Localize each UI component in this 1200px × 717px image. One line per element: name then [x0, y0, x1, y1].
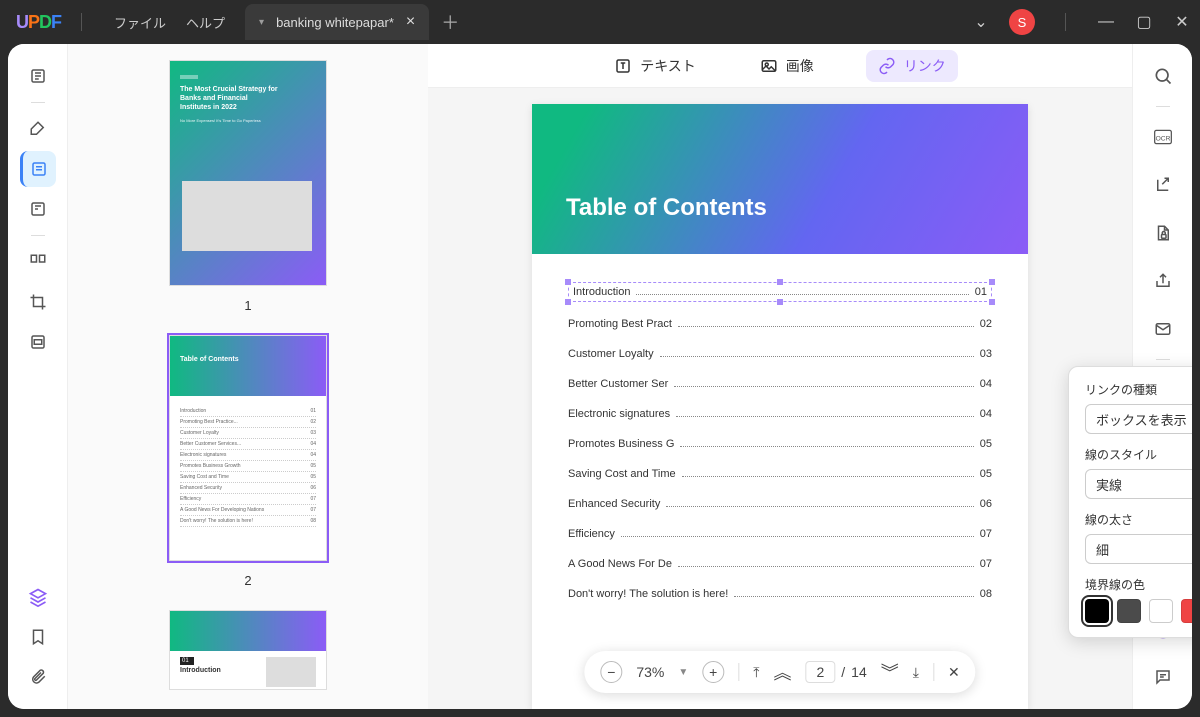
page-title: Table of Contents	[532, 104, 1028, 254]
thumb-number-1: 1	[244, 298, 251, 313]
image-tool-button[interactable]: 画像	[748, 50, 826, 82]
protect-icon[interactable]	[1145, 215, 1181, 251]
dropdown-icon[interactable]: ▾	[259, 17, 264, 28]
edit-toolbar: テキスト 画像 リンク	[428, 44, 1132, 88]
attachment-icon[interactable]	[20, 659, 56, 695]
popup-weight-label: 線の太さ	[1085, 511, 1192, 528]
ocr-icon[interactable]: OCR	[1145, 119, 1181, 155]
popup-style-label: 線のスタイル	[1085, 446, 1192, 463]
search-icon[interactable]	[1145, 58, 1181, 94]
highlighter-tool-icon[interactable]	[20, 111, 56, 147]
main-menu: ファイル ヘルプ	[114, 13, 225, 32]
zoom-level[interactable]: 73%	[636, 664, 664, 680]
menu-help[interactable]: ヘルプ	[186, 13, 225, 32]
text-tool-label: テキスト	[640, 56, 696, 76]
color-swatch-gray[interactable]	[1117, 599, 1141, 623]
avatar[interactable]: S	[1009, 9, 1035, 35]
toc-item[interactable]: Customer Loyalty03	[568, 348, 992, 360]
thumbnail-page-3[interactable]: 01Introduction	[169, 610, 327, 690]
svg-text:OCR: OCR	[1155, 135, 1170, 142]
mail-icon[interactable]	[1145, 311, 1181, 347]
close-nav-button[interactable]: ✕	[948, 664, 960, 681]
next-page-button[interactable]: ︾	[881, 659, 899, 685]
toc-item[interactable]: Promotes Business G05	[568, 438, 992, 450]
toc-item[interactable]: A Good News For De07	[568, 558, 992, 570]
left-toolbar	[8, 44, 68, 709]
menu-file[interactable]: ファイル	[114, 13, 166, 32]
zoom-out-button[interactable]: −	[600, 661, 622, 683]
link-type-select[interactable]: ボックスを表示▼	[1085, 404, 1192, 434]
link-tool-label: リンク	[904, 56, 946, 76]
thumb-number-2: 2	[244, 573, 251, 588]
organize-tool-icon[interactable]	[20, 244, 56, 280]
thumb1-title: The Most Crucial Strategy for Banks and …	[180, 85, 280, 112]
comment-icon[interactable]	[1145, 659, 1181, 695]
minimize-button[interactable]: —	[1096, 12, 1116, 32]
tab-title: banking whitepapar*	[276, 15, 394, 30]
link-tool-button[interactable]: リンク	[866, 50, 958, 82]
app-logo: UPDF	[16, 12, 61, 33]
crop-tool-icon[interactable]	[20, 284, 56, 320]
thumbnail-page-2[interactable]: Table of Contents Introduction01 Promoti…	[169, 335, 327, 561]
color-swatch-red[interactable]	[1181, 599, 1192, 623]
image-tool-label: 画像	[786, 56, 814, 76]
zoom-in-button[interactable]: +	[702, 661, 724, 683]
toc-item-title: Introduction	[573, 286, 630, 298]
redact-tool-icon[interactable]	[20, 324, 56, 360]
toc-list: Introduction 01 Promoting Best Pract02 Cu…	[532, 254, 1028, 646]
link-selection[interactable]: Introduction 01	[568, 282, 992, 302]
toc-item[interactable]: Don't worry! The solution is here!08	[568, 588, 992, 600]
prev-page-button[interactable]: ︽	[773, 659, 791, 685]
page-separator: /	[841, 664, 845, 680]
page-nav-bar: − 73% ▼ + ⤒ ︽ 2 / 14 ︾ ⤓ ✕	[584, 651, 975, 693]
separator	[1065, 13, 1066, 31]
toc-item[interactable]: Saving Cost and Time05	[568, 468, 992, 480]
current-page[interactable]: 2	[805, 661, 835, 683]
toc-item-num: 01	[975, 286, 987, 298]
thumb1-sub: No More Expenses! It's Time to Go Paperl…	[180, 118, 316, 123]
line-style-select[interactable]: 実線▼	[1085, 469, 1192, 499]
line-weight-select[interactable]: 細▼	[1085, 534, 1192, 564]
thumb2-title: Table of Contents	[170, 336, 326, 396]
main-view: テキスト 画像 リンク Table of Contents Introducti…	[428, 44, 1132, 709]
page-2: Table of Contents Introduction 01 Promoti…	[532, 104, 1028, 709]
export-icon[interactable]	[1145, 167, 1181, 203]
thumbnail-panel: The Most Crucial Strategy for Banks and …	[68, 44, 428, 709]
workarea: The Most Crucial Strategy for Banks and …	[8, 44, 1192, 709]
thumbnail-page-1[interactable]: The Most Crucial Strategy for Banks and …	[169, 60, 327, 286]
document-tab[interactable]: ▾ banking whitepapar* ×	[245, 4, 429, 40]
toc-item[interactable]: Better Customer Ser04	[568, 378, 992, 390]
share-icon[interactable]	[1145, 263, 1181, 299]
chevron-down-icon[interactable]: ⌄	[971, 12, 991, 32]
toc-item[interactable]: Promoting Best Pract02	[568, 318, 992, 330]
link-properties-popup: リンクの種類 ボックスを表示▼ 線のスタイル 実線▼ 線の太さ 細▼ 境界線の色	[1068, 366, 1192, 638]
document-area[interactable]: Table of Contents Introduction 01 Promoti…	[428, 88, 1132, 709]
close-button[interactable]: ✕	[1172, 12, 1192, 32]
color-swatch-black[interactable]	[1085, 599, 1109, 623]
bookmark-icon[interactable]	[20, 619, 56, 655]
edit-tool-icon[interactable]	[20, 151, 56, 187]
color-swatches	[1085, 599, 1192, 623]
separator	[81, 13, 82, 31]
toc-item[interactable]: Efficiency07	[568, 528, 992, 540]
first-page-button[interactable]: ⤒	[753, 664, 759, 681]
reader-tool-icon[interactable]	[20, 58, 56, 94]
toc-item[interactable]: Enhanced Security06	[568, 498, 992, 510]
titlebar: UPDF ファイル ヘルプ ▾ banking whitepapar* × ＋ …	[0, 0, 1200, 44]
popup-type-label: リンクの種類	[1085, 381, 1192, 398]
maximize-button[interactable]: ▢	[1134, 12, 1154, 32]
close-icon[interactable]: ×	[406, 13, 415, 31]
layers-icon[interactable]	[20, 579, 56, 615]
text-tool-button[interactable]: テキスト	[602, 50, 708, 82]
color-swatch-white[interactable]	[1149, 599, 1173, 623]
last-page-button[interactable]: ⤓	[913, 664, 919, 681]
toc-item[interactable]: Electronic signatures04	[568, 408, 992, 420]
zoom-dropdown-icon[interactable]: ▼	[678, 667, 688, 678]
popup-color-label: 境界線の色	[1085, 576, 1192, 593]
total-pages: 14	[851, 664, 867, 680]
form-tool-icon[interactable]	[20, 191, 56, 227]
add-tab-button[interactable]: ＋	[441, 9, 459, 35]
